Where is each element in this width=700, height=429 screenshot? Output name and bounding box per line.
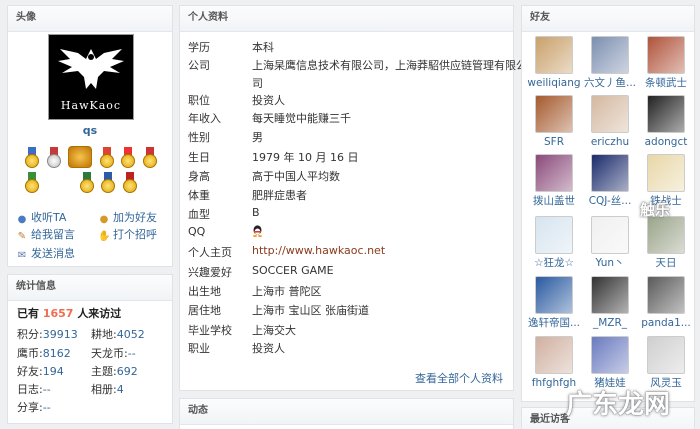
friend-avatar[interactable] <box>647 336 685 374</box>
profile-panel: 个人资料 学历 本科 公司 上海杲鹰信息技术有限公司，上海莽駋供应链管理有限公 司 … <box>179 5 527 391</box>
friend-name[interactable]: CQJ-丝... <box>582 194 638 208</box>
homepage-link[interactable]: http://www.hawkaoc.net <box>252 244 385 257</box>
friend-avatar[interactable] <box>647 216 685 254</box>
friend-avatar[interactable] <box>535 36 573 74</box>
message-icon: ✉ <box>17 250 27 261</box>
visit-count-text: 已有 1657 人来访过 <box>17 307 122 320</box>
username-link[interactable]: qs <box>8 124 172 137</box>
avatar-panel: 头像 HawKaoc qs ● 收听TA ● 加为好友 ✎ 给我留言 ✋ 打个招呼 ✉ 发… <box>7 5 173 267</box>
medal-icon[interactable] <box>67 143 93 169</box>
stat-shares[interactable]: 分享:-- <box>17 399 51 415</box>
medal-icon[interactable] <box>79 172 95 194</box>
friend-avatar[interactable] <box>591 276 629 314</box>
medal-list <box>23 143 163 197</box>
eagle-icon <box>58 49 124 89</box>
profile-panel-header: 个人资料 <box>180 6 513 32</box>
friend-item[interactable]: fhfghfgh <box>526 336 582 390</box>
logo-text: HawKaoc <box>60 99 122 112</box>
friend-item[interactable]: _MZR_ <box>582 276 638 330</box>
wave-icon: ✋ <box>98 231 111 242</box>
friend-item[interactable]: 拨山盖世 <box>526 154 582 208</box>
friend-item[interactable]: Yun丶 <box>582 216 638 270</box>
user-avatar[interactable]: HawKaoc <box>48 34 134 120</box>
greet-button[interactable]: ✋ 打个招呼 <box>98 226 157 242</box>
send-message-button[interactable]: ✉ 发送消息 <box>16 245 75 261</box>
feed-panel: 动态 <box>179 398 514 429</box>
friend-avatar[interactable] <box>591 36 629 74</box>
friend-avatar[interactable] <box>647 154 685 192</box>
avatar-panel-header: 头像 <box>8 6 172 32</box>
stats-panel-header: 统计信息 <box>8 275 172 301</box>
friend-item[interactable]: adongct <box>638 95 694 149</box>
friend-avatar[interactable] <box>535 276 573 314</box>
visit-count: 1657 <box>42 307 74 320</box>
friend-name[interactable]: panda1... <box>638 316 694 330</box>
friend-avatar[interactable] <box>535 216 573 254</box>
medal-icon[interactable] <box>46 147 62 169</box>
friend-item[interactable]: 条顿武士 <box>638 36 694 90</box>
friend-name[interactable]: adongct <box>638 135 694 149</box>
add-friend-button[interactable]: ● 加为好友 <box>98 209 157 225</box>
friend-avatar[interactable] <box>591 216 629 254</box>
medal-icon[interactable] <box>100 172 116 194</box>
friend-name[interactable]: ericzhu <box>582 135 638 149</box>
medal-icon[interactable] <box>142 147 158 169</box>
friend-name[interactable]: _MZR_ <box>582 316 638 330</box>
friend-icon: ● <box>99 214 109 225</box>
friend-avatar[interactable] <box>647 95 685 133</box>
friend-name[interactable]: 六文丿鱼... <box>582 76 638 90</box>
friend-item[interactable]: 天日 <box>638 216 694 270</box>
friend-name[interactable]: 拨山盖世 <box>526 194 582 208</box>
view-full-profile-link[interactable]: 查看全部个人资料 <box>415 370 503 386</box>
stat-blogs[interactable]: 日志:-- <box>17 381 51 397</box>
stat-eagle-coins: 鹰币:8162 <box>17 347 71 360</box>
stat-farmland: 耕地:4052 <box>91 328 145 341</box>
medal-icon[interactable] <box>24 172 40 194</box>
friend-avatar[interactable] <box>591 336 629 374</box>
watermark-large: 广东龙网 <box>566 390 671 420</box>
qq-icon[interactable] <box>252 225 263 240</box>
friend-item[interactable]: SFR <box>526 95 582 149</box>
friend-name[interactable]: Yun丶 <box>582 256 638 270</box>
leave-message-button[interactable]: ✎ 给我留言 <box>16 226 75 242</box>
follow-button[interactable]: ● 收听TA <box>16 209 67 225</box>
friend-avatar[interactable] <box>647 36 685 74</box>
friend-avatar[interactable] <box>591 95 629 133</box>
friend-item[interactable]: 风灵玉 <box>638 336 694 390</box>
watermark-small: 触乐 <box>640 201 671 219</box>
medal-icon[interactable] <box>99 147 115 169</box>
stat-points: 积分:39913 <box>17 328 78 341</box>
medal-icon[interactable] <box>120 147 136 169</box>
friend-name[interactable]: weiliqiang <box>526 76 582 90</box>
friend-avatar[interactable] <box>535 95 573 133</box>
friend-item[interactable]: CQJ-丝... <box>582 154 638 208</box>
friends-panel-header: 好友 <box>522 6 694 32</box>
medal-icon[interactable] <box>24 147 40 169</box>
friend-item[interactable]: ☆狂龙☆ <box>526 216 582 270</box>
pencil-icon: ✎ <box>17 231 27 242</box>
friend-name[interactable]: 逸轩帝国... <box>526 316 582 330</box>
friend-avatar[interactable] <box>535 336 573 374</box>
people-icon: ● <box>17 214 27 225</box>
friend-name[interactable]: 天日 <box>638 256 694 270</box>
friend-name[interactable]: SFR <box>526 135 582 149</box>
friend-item[interactable]: 六文丿鱼... <box>582 36 638 90</box>
stat-friends[interactable]: 好友:194 <box>17 363 64 379</box>
friend-item[interactable]: panda1... <box>638 276 694 330</box>
friend-item[interactable]: ericzhu <box>582 95 638 149</box>
friend-name[interactable]: ☆狂龙☆ <box>526 256 582 270</box>
stat-topics[interactable]: 主题:692 <box>91 363 138 379</box>
medal-icon[interactable] <box>122 172 138 194</box>
friend-avatar[interactable] <box>591 154 629 192</box>
friend-item[interactable]: 猪娃娃 <box>582 336 638 390</box>
friend-avatar[interactable] <box>647 276 685 314</box>
friend-avatar[interactable] <box>535 154 573 192</box>
stat-dragon-coins: 天龙币:-- <box>91 347 136 360</box>
friend-item[interactable]: weiliqiang <box>526 36 582 90</box>
stat-albums[interactable]: 相册:4 <box>91 381 124 397</box>
feed-panel-header: 动态 <box>180 399 513 425</box>
stats-panel: 统计信息 已有 1657 人来访过 积分:39913 耕地:4052 鹰币:81… <box>7 274 173 424</box>
friend-item[interactable]: 逸轩帝国... <box>526 276 582 330</box>
friend-name[interactable]: 条顿武士 <box>638 76 694 90</box>
